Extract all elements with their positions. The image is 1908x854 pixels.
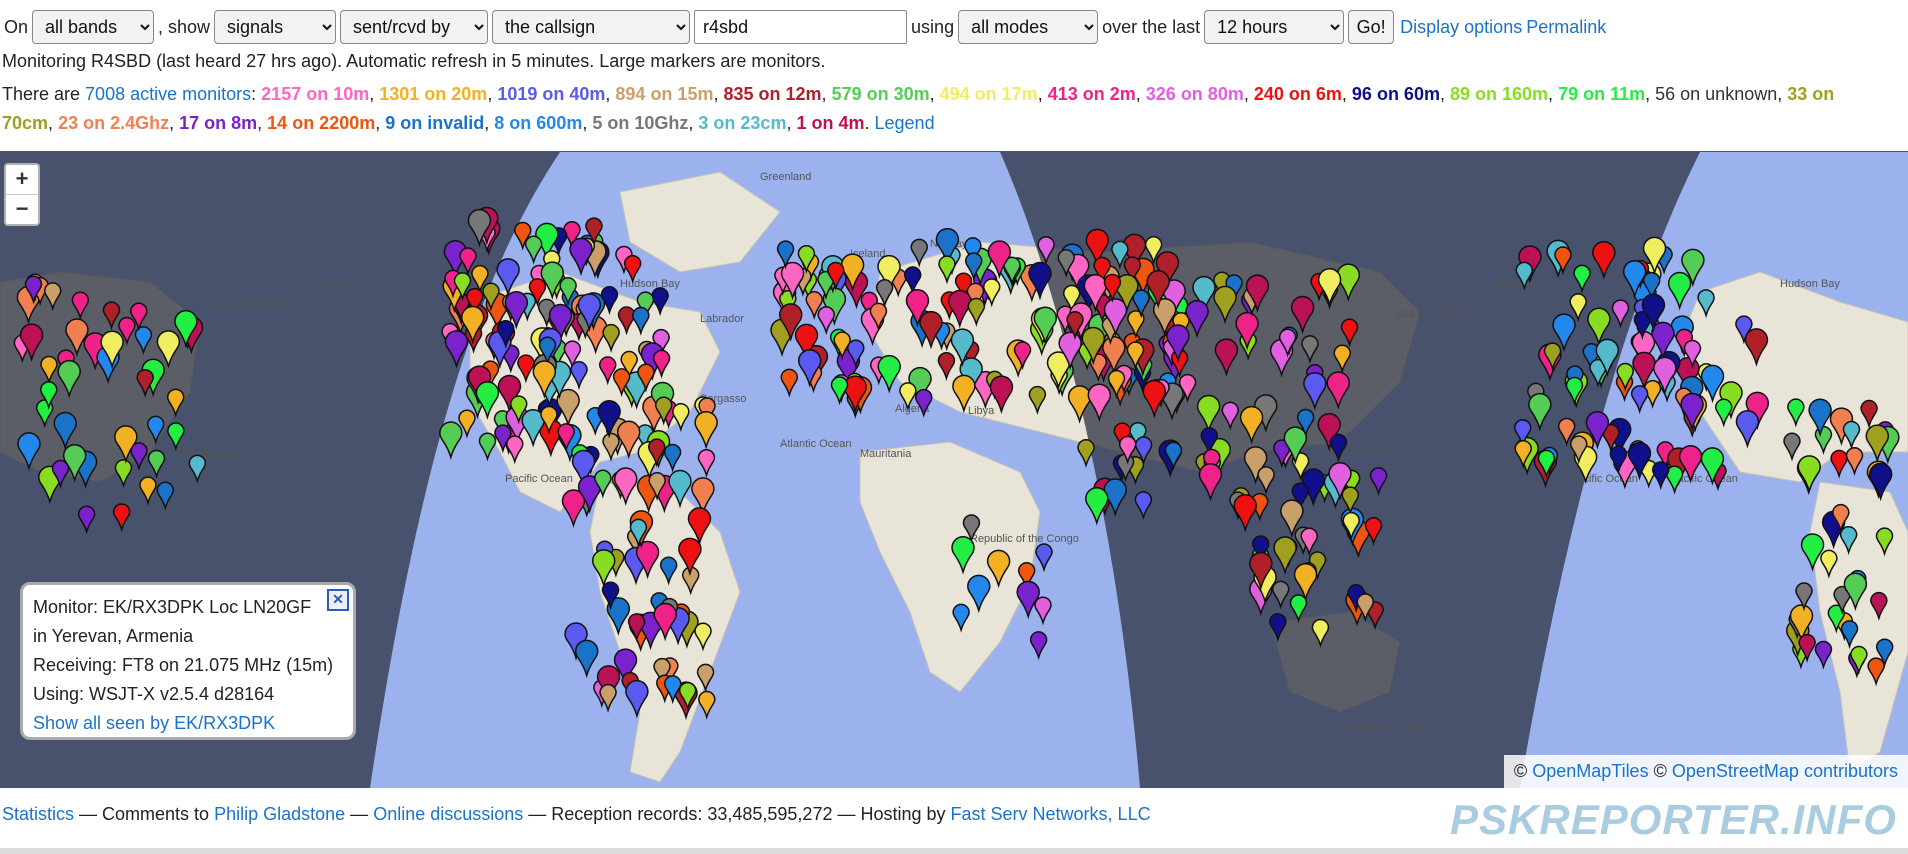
band-count: 1019 on 40m (497, 84, 606, 104)
legend-link[interactable]: Legend (875, 113, 935, 133)
label-sea-okhotsk-2: Sea of Okhotsk (1395, 308, 1471, 320)
reception-map[interactable]: Greenland Hudson Bay Hudson Bay ring Sea… (0, 151, 1908, 788)
band-count: 1301 on 20m (379, 84, 488, 104)
footer-text-3: — Reception records: 33,485,595,272 — Ho… (523, 804, 951, 824)
popup-monitor: Monitor: EK/RX3DPK Loc LN20GF (33, 597, 312, 617)
callsign-type-select[interactable]: the callsign (492, 10, 691, 44)
permalink-link[interactable]: Permalink (1526, 17, 1606, 38)
band-count: 835 on 12m (723, 84, 822, 104)
band-count: 23 on 2.4Ghz (58, 113, 170, 133)
band-count: 413 on 2m (1047, 84, 1136, 104)
footer-text-1: — Comments to (74, 804, 215, 824)
band-count: 8 on 600m (494, 113, 583, 133)
footer: Statistics — Comments to Philip Gladston… (2, 804, 1151, 825)
label-labrador: Labrador (700, 313, 744, 325)
popup-receiving: Receiving: FT8 on 21.075 MHz (15m) (33, 655, 334, 675)
discussions-link[interactable]: Online discussions (373, 804, 523, 824)
band-count: 17 on 8m (179, 113, 258, 133)
modes-select[interactable]: all modes (958, 10, 1099, 44)
band-count: 3 on 23cm (698, 113, 787, 133)
hosting-link[interactable]: Fast Serv Networks, LLC (951, 804, 1151, 824)
band-count: 494 on 17m (939, 84, 1038, 104)
monitoring-status: Monitoring R4SBD (last heard 27 hrs ago)… (2, 51, 826, 71)
map-attribution: © OpenMapTiles © OpenStreetMap contribut… (1503, 755, 1908, 788)
band-count: 9 on invalid (385, 113, 485, 133)
band-count: 14 on 2200m (267, 113, 376, 133)
monitor-popup: ✕ Monitor: EK/RX3DPK Loc LN20GF in Yerev… (20, 582, 356, 740)
band-count: 894 on 15m (615, 84, 714, 104)
label-congo: Republic of the Congo (970, 533, 1079, 545)
zoom-control: + − (4, 163, 40, 226)
author-link[interactable]: Philip Gladstone (214, 804, 345, 824)
copyright-symbol: © (1513, 761, 1528, 781)
colon: : (251, 84, 257, 104)
band-count: 89 on 160m (1449, 84, 1549, 104)
band-count: 79 on 11m (1558, 84, 1646, 104)
label-mauritania: Mauritania (860, 448, 912, 460)
band-count: 1 on 4m (796, 113, 865, 133)
monitor-counts: There are 7008 active monitors: 2157 on … (2, 80, 1862, 138)
over-label: over the last (1102, 16, 1201, 37)
bands-select[interactable]: all bands (32, 10, 155, 44)
label-great-aus-bight: Great Australian Bight (1320, 723, 1427, 735)
label-greenland: Greenland (760, 171, 811, 183)
band-count: 96 on 60m (1351, 84, 1440, 104)
zoom-out-button[interactable]: − (6, 194, 38, 224)
bottom-bar (0, 848, 1908, 854)
active-monitors-link[interactable]: 7008 active monitors (85, 84, 251, 104)
band-count: 2157 on 10m (261, 84, 370, 104)
display-options-link[interactable]: Display options (1400, 17, 1522, 38)
zoom-in-button[interactable]: + (6, 165, 38, 194)
label-hudson-bay-2: Hudson Bay (1780, 278, 1840, 290)
go-button[interactable]: Go! (1348, 10, 1395, 44)
band-count: 326 on 80m (1145, 84, 1244, 104)
osm-contributors-link[interactable]: OpenStreetMap contributors (1672, 761, 1898, 781)
openmaptiles-link[interactable]: OpenMapTiles (1532, 761, 1648, 781)
brand-logo: PSKREPORTER.INFO (1450, 796, 1897, 843)
band-count: 5 on 10Ghz (592, 113, 689, 133)
label-atlantic: Atlantic Ocean (780, 438, 852, 450)
monitors-prefix: There are (2, 84, 86, 104)
label-hudson-bay: Hudson Bay (620, 278, 680, 290)
label-bering-sea: ring Sea (310, 278, 352, 290)
on-label: On (4, 16, 29, 37)
show-select[interactable]: signals (214, 10, 337, 44)
label-sea-okhotsk: Sea of Okhotsk (210, 298, 286, 310)
label-libya: Libya (968, 405, 995, 417)
show-label: , show (158, 16, 211, 37)
statistics-link[interactable]: Statistics (2, 804, 74, 824)
popup-location: in Yerevan, Armenia (33, 626, 194, 646)
callsign-input[interactable] (694, 10, 908, 44)
hours-select[interactable]: 12 hours (1204, 10, 1345, 44)
sent-rcvd-select[interactable]: sent/rcvd by (340, 10, 489, 44)
close-icon[interactable]: ✕ (327, 589, 349, 611)
band-count: 240 on 6m (1253, 84, 1342, 104)
band-count: 579 on 30m (831, 84, 930, 104)
popup-using: Using: WSJT-X v2.5.4 d28164 (33, 684, 275, 704)
footer-text-2: — (345, 804, 374, 824)
query-controls: On all bands , show signals sent/rcvd by… (2, 10, 1606, 44)
copyright-symbol-2: © (1653, 761, 1667, 781)
label-philippine-sea-2: Philippine Sea (170, 448, 241, 460)
label-pacific-1: Pacific Ocean (505, 473, 573, 485)
band-count: 56 on unknown (1655, 84, 1778, 104)
popup-show-all-link[interactable]: Show all seen by EK/RX3DPK (33, 713, 275, 733)
using-label: using (911, 16, 955, 37)
